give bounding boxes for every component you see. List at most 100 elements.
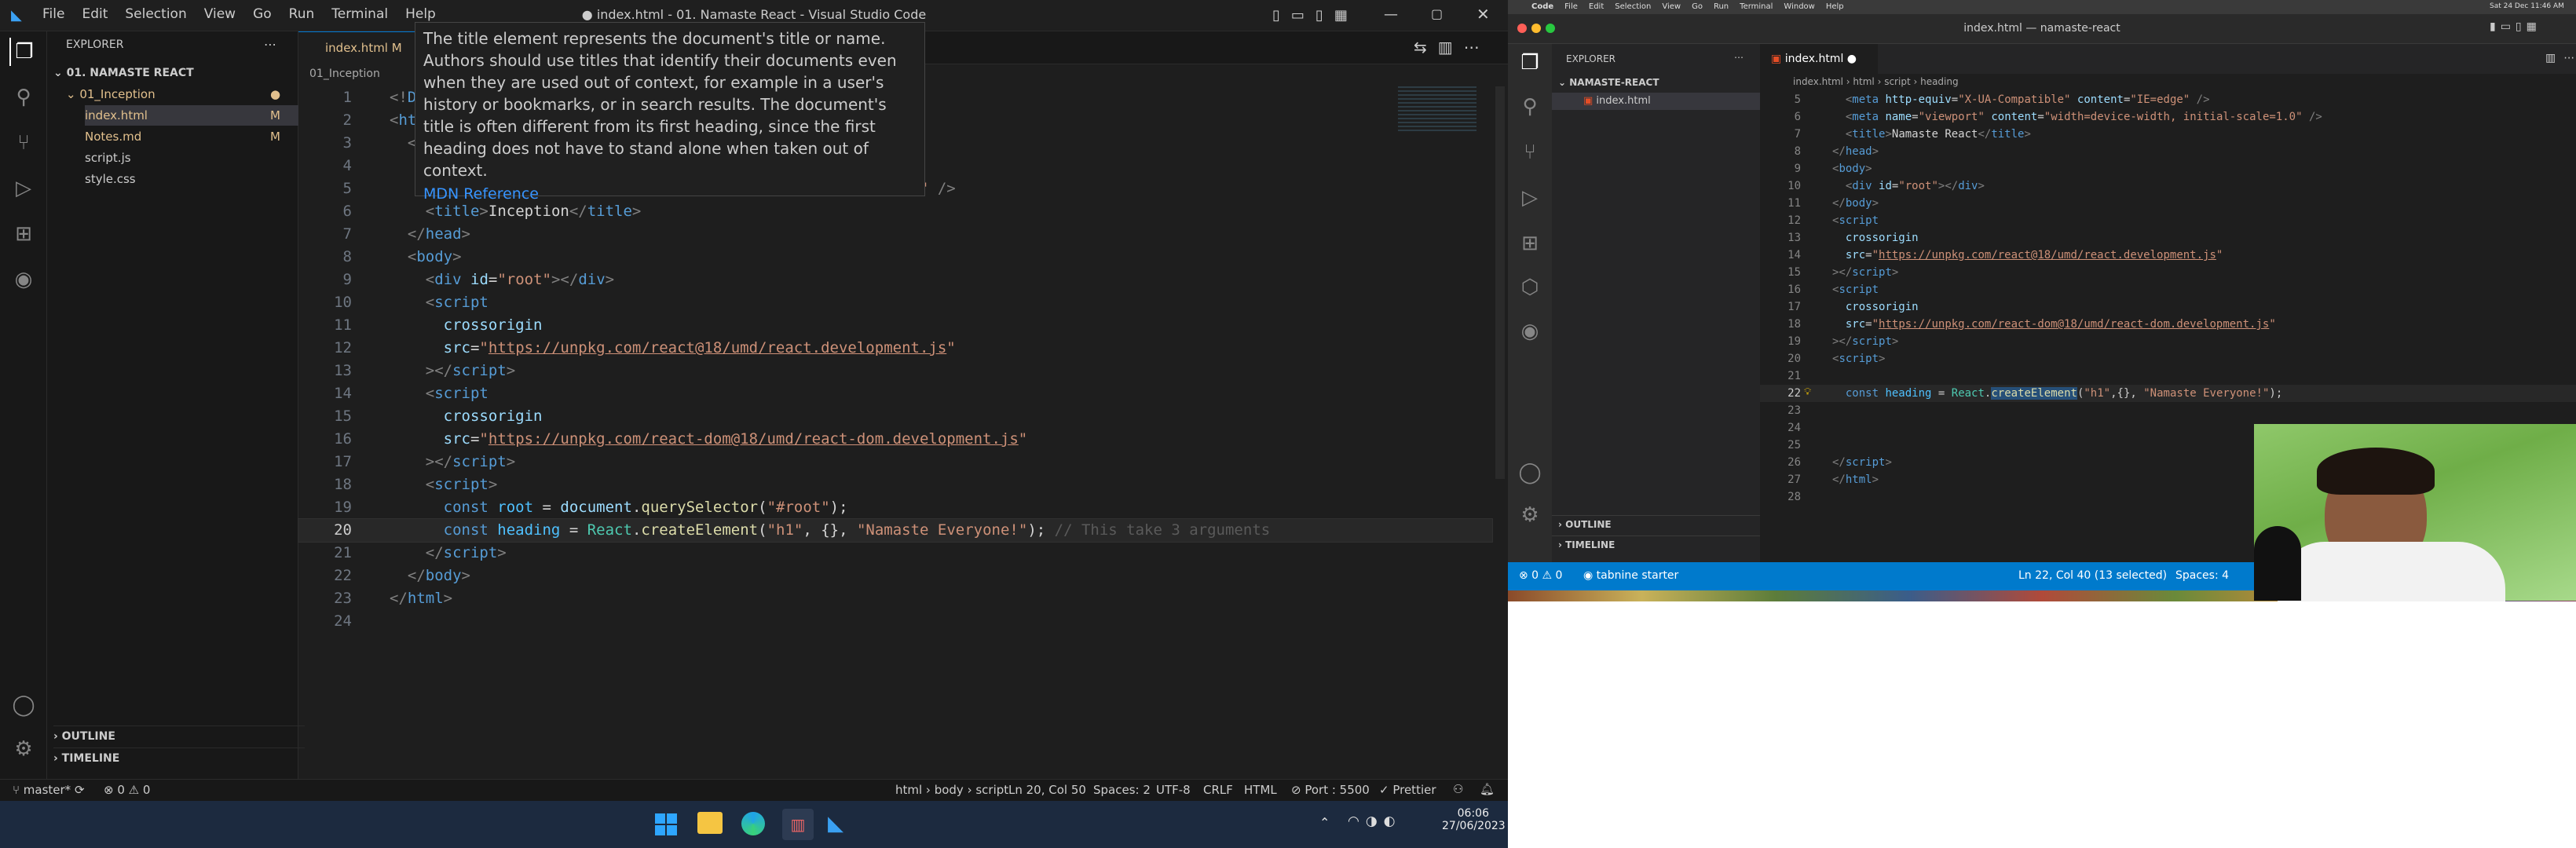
more-actions-icon[interactable]: ⋯ [264,35,295,55]
settings-gear-icon[interactable]: ⚙ [9,735,38,763]
file-label: index.html [1596,95,1651,107]
microphone [2254,526,2301,601]
folder-root[interactable]: ⌄ 01. NAMASTE REACT [53,63,305,83]
file-explorer-icon[interactable] [697,812,723,834]
minimap[interactable] [1398,86,1476,133]
layout-controls[interactable]: ▮▭▯▦ [2490,20,2541,33]
code-line: 11 </body> [1787,197,1879,210]
vscode-taskbar-icon[interactable]: ◣ [828,812,851,835]
timeline-section[interactable]: › TIMELINE [1552,535,1760,550]
code-line: 18 <script> [334,476,498,493]
file-index-html[interactable]: index.html M [85,105,298,126]
folder-root-label: NAMASTE-REACT [1569,77,1659,88]
code-line: 9 <body> [1794,163,1872,175]
minimize-button[interactable]: — [1384,6,1398,23]
timeline-section[interactable]: › TIMELINE [53,747,305,768]
bell-icon[interactable]: 🔔︎ [1480,782,1495,796]
close-button[interactable]: ✕ [1476,5,1490,24]
account-icon[interactable]: ◯ [9,691,38,719]
code-line: 15 ></script> [1787,266,1899,279]
mac-menu-item[interactable]: Selection [1615,0,1651,14]
mac-menu-item[interactable]: Terminal [1740,0,1773,14]
cursor-position[interactable]: Ln 20, Col 50 [1008,783,1086,797]
taskbar-clock[interactable]: 06:06 27/06/2023 [1442,807,1506,832]
mac-menu-item[interactable]: Go [1692,0,1703,14]
outline-section[interactable]: › OUTLINE [53,726,305,746]
windows-start-icon[interactable] [655,813,677,835]
source-control-icon[interactable]: ⑂ [9,129,38,157]
mac-menu-item[interactable]: File [1564,0,1578,14]
problems-indicator[interactable]: ⊗ 0 ⚠ 0 [104,783,150,797]
more-actions-icon[interactable]: ⋯ [1734,52,1744,63]
code-line: 21 </script> [334,544,507,561]
tab-label: index.html [325,41,388,55]
code-line: 23 [1787,404,1801,417]
prettier-status[interactable]: ✓ Prettier [1379,783,1436,797]
tabnine-icon[interactable]: ◉ [1516,317,1544,345]
code-line: 17 crossorigin [1787,301,1919,313]
folder-inception[interactable]: ⌄ 01_Inception ● [66,84,317,104]
tabnine-icon[interactable]: ◉ [9,265,38,294]
tab-index-html[interactable]: ▣ index.html ● [1760,44,1878,74]
search-icon[interactable]: ⚲ [1516,93,1544,121]
mac-menu-item[interactable]: Code [1531,0,1553,14]
code-line: 16 <script [1787,283,1879,296]
editor-actions[interactable]: ▥⋯ [2545,52,2576,64]
folder-root[interactable]: ⌄ NAMASTE-REACT [1558,77,1659,88]
source-control-icon[interactable]: ⑂ [1516,138,1544,166]
account-sync-icon[interactable]: ⚇ [1453,782,1463,796]
activity-bar: ❐ ⚲ ⑂ ▷ ⊞ ◉ ◯ ⚙ [0,31,47,779]
mac-menu-item[interactable]: Run [1714,0,1729,14]
extensions-icon[interactable]: ⊞ [9,220,38,248]
encoding[interactable]: UTF-8 [1156,783,1191,797]
sync-icon: ⟳ [74,783,85,797]
remote-icon[interactable]: ⬡ [1516,273,1544,302]
edge-browser-icon[interactable] [741,812,765,835]
code-line-active: 20 const heading = React.createElement("… [298,518,1493,543]
indent-spaces[interactable]: Spaces: 4 [2175,569,2229,582]
settings-gear-icon[interactable]: ⚙ [1516,501,1544,529]
file-label: index.html [85,108,148,122]
file-label: script.js [85,151,131,165]
explorer-icon[interactable]: ❐ [1516,49,1544,77]
problems-indicator[interactable]: ⊗ 0 ⚠ 0 [1519,569,1562,582]
tabnine-status[interactable]: ◉ tabnine starter [1583,569,1678,582]
run-debug-icon[interactable]: ▷ [9,174,38,203]
mac-clock: Sat 24 Dec 11:46 AM [2490,2,2564,10]
outline-section[interactable]: › OUTLINE [1552,515,1760,530]
extensions-icon[interactable]: ⊞ [1516,229,1544,258]
editor-actions[interactable]: ⇆▥⋯ [1414,38,1491,57]
mac-menu-item[interactable]: View [1662,0,1681,14]
language-mode[interactable]: HTML [1244,783,1277,797]
scrollbar[interactable] [1495,86,1505,479]
tray-chevron-icon[interactable]: ⌃ [1319,815,1330,830]
code-line: 24 [334,612,352,630]
chevron-down-icon: ⌄ [66,87,80,101]
mdn-reference-link[interactable]: MDN Reference [423,183,917,205]
file-index-html[interactable]: ▣ index.html [1552,93,1760,110]
branch-indicator[interactable]: ⑂ master* ⟳ [13,783,85,797]
code-line: 19 ></script> [1787,335,1899,348]
code-line: 22 </body> [334,567,470,584]
branch-icon: ⑂ [13,783,24,797]
mac-menu-item[interactable]: Edit [1589,0,1604,14]
breadcrumb-folder[interactable]: 01_Inception [309,68,380,80]
explorer-sidebar: EXPLORER ⋯ ⌄ NAMASTE-REACT ▣ index.html … [1552,44,1760,562]
lightbulb-icon[interactable]: 💡︎ [1804,386,1811,398]
tab-index-html[interactable]: index.html M [298,31,424,64]
eol[interactable]: CRLF [1203,783,1233,797]
explorer-icon[interactable]: ❐ [9,38,38,66]
maximize-button[interactable]: ▢ [1431,6,1443,21]
search-icon[interactable]: ⚲ [9,83,38,111]
mac-menu-item[interactable]: Window [1784,0,1814,14]
account-icon[interactable]: ◯ [1516,459,1544,487]
indent-spaces[interactable]: Spaces: 2 [1093,783,1151,797]
cursor-position[interactable]: Ln 22, Col 40 (13 selected) [2018,569,2167,582]
layout-controls[interactable]: ▯▭▯▦ [1272,7,1359,24]
tray-icons[interactable]: ◠◑◐ [1348,813,1402,829]
folder-root-label: 01. NAMASTE REACT [66,67,194,79]
recorder-app-icon[interactable]: ▥ [782,809,814,840]
mac-menu-item[interactable]: Help [1826,0,1844,14]
live-server-port[interactable]: ⊘ Port : 5500 [1291,783,1370,797]
run-debug-icon[interactable]: ▷ [1516,184,1544,212]
